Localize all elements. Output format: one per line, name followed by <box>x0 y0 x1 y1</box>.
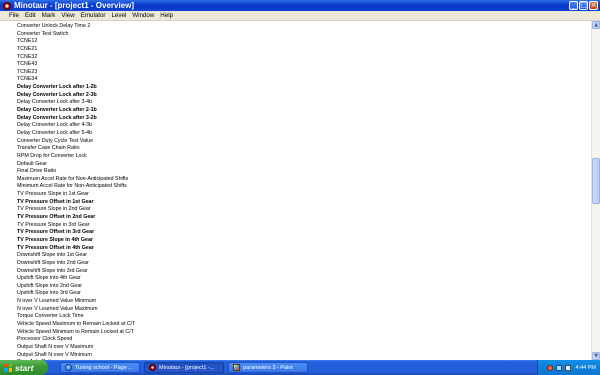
task-label: Minotaur - [project1 -... <box>159 364 215 371</box>
list-item[interactable]: TV Pressure Offset in 1st Gear <box>17 199 591 207</box>
title-bar[interactable]: Minotaur - [project1 - Overview] _ □ × <box>0 0 600 11</box>
menu-file[interactable]: File <box>6 11 22 21</box>
list-item[interactable]: Processor Clock Speed <box>17 336 591 344</box>
list-item[interactable]: Downshift Slope into 3rd Gear <box>17 268 591 276</box>
network-icon[interactable] <box>555 364 562 371</box>
volume-icon[interactable] <box>564 364 571 371</box>
list-item[interactable]: TCNE34 <box>17 76 591 84</box>
menu-help[interactable]: Help <box>157 11 176 21</box>
menu-emulator[interactable]: Emulator <box>78 11 109 21</box>
list-item[interactable]: Downshift Slope into 1st Gear <box>17 252 591 260</box>
list-item[interactable]: TCNE23 <box>17 69 591 77</box>
list-item[interactable]: TCNE12 <box>17 38 591 46</box>
vertical-scrollbar[interactable]: ▲ ▼ <box>591 21 600 360</box>
task-tuning-school[interactable]: Tuning school - Page ... <box>60 362 140 373</box>
list-item[interactable]: N over V Learned Value Minimum <box>17 298 591 306</box>
list-item[interactable]: Delay Converter Lock after 4-3b <box>17 122 591 130</box>
list-item[interactable]: Converter Test Switch <box>17 31 591 39</box>
list-item[interactable]: Upshift Slope into 4th Gear <box>17 275 591 283</box>
clock[interactable]: 4:44 PM <box>576 365 596 371</box>
menu-bar: File Edit Mark View Emulator Level Windo… <box>0 11 600 21</box>
task-label: Tuning school - Page ... <box>75 364 133 371</box>
list-item[interactable]: TV Pressure Slope in 2nd Gear <box>17 206 591 214</box>
list-item[interactable]: Minimum Accel Rate for Non-Anticipated S… <box>17 183 591 191</box>
list-item[interactable]: N over V Learned Value Maximum <box>17 306 591 314</box>
list-item[interactable]: Maximum Accel Rate for Non-Anticipated S… <box>17 176 591 184</box>
scroll-thumb[interactable] <box>592 158 600 204</box>
list-item[interactable]: Delay Converter Lock after 5-4b <box>17 130 591 138</box>
list-item[interactable]: Converter Unlock Delay Time 2 <box>17 23 591 31</box>
menu-mark[interactable]: Mark <box>39 11 59 21</box>
task-paint[interactable]: parameters 3 - Paint <box>228 362 308 373</box>
list-item[interactable]: TCNE43 <box>17 61 591 69</box>
minotaur-app-icon[interactable] <box>3 1 11 10</box>
list-item[interactable]: Delay Converter Lock after 2-3b <box>17 92 591 100</box>
window-title: Minotaur - [project1 - Overview] <box>14 1 135 10</box>
list-item[interactable]: TV Pressure Slope in 4th Gear <box>17 237 591 245</box>
list-item[interactable]: Torque Converter Lock Time <box>17 313 591 321</box>
scroll-down-button[interactable]: ▼ <box>592 352 600 360</box>
internet-explorer-icon <box>65 364 72 371</box>
list-item[interactable]: TV Pressure Slope in 1st Gear <box>17 191 591 199</box>
menu-view[interactable]: View <box>58 11 77 21</box>
list-item[interactable]: TCNE32 <box>17 54 591 62</box>
list-item[interactable]: Vehicle Speed Maximum to Remain Locked a… <box>17 321 591 329</box>
window-controls: _ □ × <box>569 1 600 10</box>
scroll-up-button[interactable]: ▲ <box>592 21 600 29</box>
list-item[interactable]: Upshift Slope into 2nd Gear <box>17 283 591 291</box>
list-item[interactable]: Vehicle Speed Minimum to Remain Locked a… <box>17 329 591 337</box>
close-button[interactable]: × <box>589 1 598 10</box>
list-item[interactable]: Output Shaft N over V Maximum <box>17 344 591 352</box>
list-item[interactable]: TV Pressure Offset in 4th Gear <box>17 245 591 253</box>
list-item[interactable]: TV Pressure Slope in 3rd Gear <box>17 222 591 230</box>
menu-window[interactable]: Window <box>129 11 157 21</box>
taskbar: start Tuning school - Page ... Minotaur … <box>0 360 600 375</box>
list-item[interactable]: Default Gear <box>17 161 591 169</box>
paint-icon <box>233 364 240 371</box>
system-tray: 4:44 PM <box>537 360 600 375</box>
list-item[interactable]: Converter Duty Cycle Test Value <box>17 138 591 146</box>
menu-level[interactable]: Level <box>108 11 129 21</box>
task-minotaur[interactable]: Minotaur - [project1 -... <box>144 362 224 373</box>
list-item[interactable]: Transfer Case Chain Ratio <box>17 145 591 153</box>
start-label: start <box>15 362 34 373</box>
list-item[interactable]: TV Pressure Offset in 3rd Gear <box>17 229 591 237</box>
start-button[interactable]: start <box>0 360 48 375</box>
list-item[interactable]: TV Pressure Offset in 2nd Gear <box>17 214 591 222</box>
maximize-button[interactable]: □ <box>579 1 588 10</box>
list-item[interactable]: Upshift Slope into 3rd Gear <box>17 290 591 298</box>
minotaur-icon <box>149 364 156 371</box>
list-item[interactable]: Final Drive Ratio <box>17 168 591 176</box>
list-item[interactable]: Delay Converter Lock after 1-2b <box>17 84 591 92</box>
list-item[interactable]: Delay Converter Lock after 3-2b <box>17 115 591 123</box>
task-label: parameters 3 - Paint <box>243 364 293 371</box>
minimize-button[interactable]: _ <box>569 1 578 10</box>
list-item[interactable]: Delay Converter Lock after 3-4b <box>17 99 591 107</box>
menu-edit[interactable]: Edit <box>22 11 39 21</box>
list-item[interactable]: RPM Drop for Converter Lock <box>17 153 591 161</box>
list-item[interactable]: TCNE21 <box>17 46 591 54</box>
parameter-list: Converter Unlock Delay Time 2 Converter T… <box>0 21 591 360</box>
windows-logo-icon <box>4 363 12 372</box>
list-item[interactable]: Downshift Slope into 2nd Gear <box>17 260 591 268</box>
security-shield-icon[interactable] <box>546 364 553 371</box>
list-item[interactable]: Output Shaft N over V Minimum <box>17 352 591 360</box>
list-item[interactable]: Delay Converter Lock after 2-1b <box>17 107 591 115</box>
